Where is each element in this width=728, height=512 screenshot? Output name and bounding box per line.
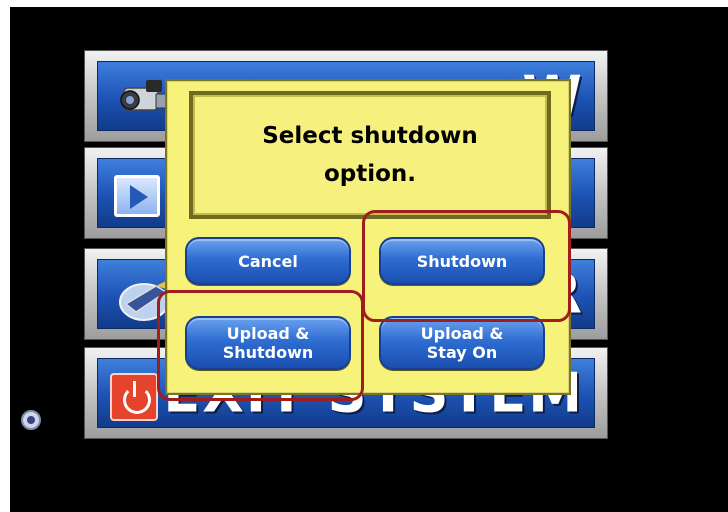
power-icon: [110, 373, 158, 421]
upload-shutdown-button[interactable]: Upload & Shutdown: [185, 316, 351, 370]
message-box: Select shutdown option.: [189, 91, 551, 219]
play-icon: [114, 175, 160, 217]
shutdown-button[interactable]: Shutdown: [379, 237, 545, 285]
upload-stay-on-label: Upload & Stay On: [420, 324, 504, 362]
video-camera-icon: [120, 80, 167, 111]
cancel-button[interactable]: Cancel: [185, 237, 351, 285]
upload-stay-on-button[interactable]: Upload & Stay On: [379, 316, 545, 370]
dialog-message: Select shutdown option.: [262, 123, 478, 187]
shutdown-dialog: Select shutdown option. Cancel Shutdown …: [165, 79, 571, 395]
gear-icon[interactable]: [21, 410, 41, 430]
upload-shutdown-label: Upload & Shutdown: [222, 324, 314, 362]
